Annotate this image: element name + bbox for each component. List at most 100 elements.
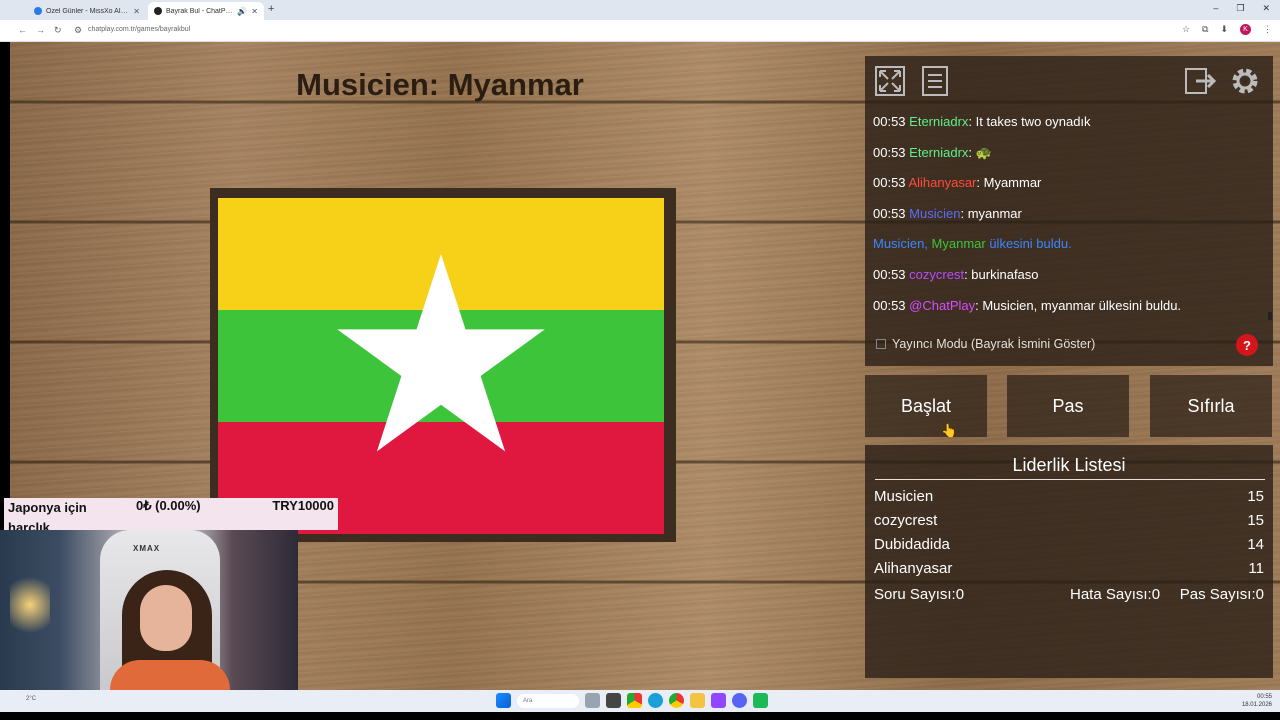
donation-goal-target: TRY10000 <box>272 498 334 513</box>
chat-user: cozycrest <box>909 266 965 282</box>
help-button[interactable]: ? <box>1236 334 1258 356</box>
player-score: 15 <box>1247 488 1264 505</box>
profile-avatar[interactable]: K <box>1240 24 1251 35</box>
edge-icon[interactable] <box>648 693 663 708</box>
file-app-icon[interactable] <box>606 693 621 708</box>
clock-time: 00:55 <box>1256 694 1272 700</box>
extensions-icon[interactable]: ⧉ <box>1202 24 1208 35</box>
site-info-icon[interactable]: ⚙ <box>74 25 82 36</box>
chat-text: : Myammar <box>976 175 1042 191</box>
chat-text: : 🐢 <box>968 144 992 160</box>
error-count: Hata Sayısı:0 <box>1070 586 1161 603</box>
chat-text: ülkesini buldu. <box>985 236 1072 252</box>
chrome-icon[interactable] <box>627 693 642 708</box>
myanmar-flag-image <box>218 198 664 534</box>
chat-time: 00:53 <box>873 114 906 129</box>
window-controls: – ❐ ✕ <box>1213 3 1270 14</box>
chat-user: @ChatPlay <box>909 297 976 313</box>
screen-bottom-edge <box>0 712 1280 720</box>
chrome-profile-icon[interactable] <box>669 693 684 708</box>
pass-button[interactable]: Pas <box>1007 375 1129 437</box>
address-bar: ← → ↻ ⚙ chatplay.com.tr/games/bayrakbul … <box>0 20 1280 42</box>
player-name: cozycrest <box>874 512 938 529</box>
player-name: Musicien <box>874 488 934 505</box>
player-score: 14 <box>1247 536 1264 553</box>
app-icon[interactable] <box>753 693 768 708</box>
leaderboard-row: Alihanyasar 11 <box>874 560 1264 584</box>
taskbar-search-input[interactable]: Ara <box>517 693 579 708</box>
browser-menu-icon[interactable]: ⋮ <box>1263 24 1272 35</box>
browser-tab-ozel-gunler[interactable]: Özel Günler - MissXo AI Bot Sy ✕ <box>28 2 146 20</box>
chat-time: 00:53 <box>873 144 906 160</box>
chat-user: Alihanyasar <box>908 175 977 191</box>
chat-messages: 00:53 Eterniadrx: It takes two oynadık 0… <box>873 107 1273 321</box>
chat-user: Musicien, <box>873 236 932 252</box>
url-field[interactable]: chatplay.com.tr/games/bayrakbul <box>88 26 190 33</box>
reload-icon[interactable]: ↻ <box>54 25 62 36</box>
twitch-icon[interactable] <box>711 693 726 708</box>
chat-country: Myanmar <box>931 236 986 252</box>
chat-text: : burkinafaso <box>964 266 1039 282</box>
chat-message: 00:53 cozycrest: burkinafaso <box>873 260 1273 291</box>
leaderboard-row: Dubidadida 14 <box>874 536 1264 560</box>
folder-icon[interactable] <box>690 693 705 708</box>
flag-frame <box>210 188 676 542</box>
windows-taskbar: 2°C Ara 00:55 18.01.2026 <box>0 690 1280 712</box>
gear-icon[interactable] <box>1227 63 1263 99</box>
minimize-icon[interactable]: – <box>1213 3 1218 14</box>
chat-text: : myanmar <box>960 205 1022 221</box>
chat-user: Eterniadrx <box>909 144 969 160</box>
mouse-cursor-icon: 👆 <box>941 423 958 438</box>
chat-scrollbar[interactable] <box>1268 312 1272 320</box>
browser-tab-bar: Özel Günler - MissXo AI Bot Sy ✕ Bayrak … <box>0 0 1280 20</box>
windows-start-icon[interactable] <box>496 693 511 708</box>
leaderboard-panel: Liderlik Listesi Musicien 15 cozycrest 1… <box>865 445 1273 678</box>
speaker-icon[interactable]: 🔊 <box>237 7 247 16</box>
clock-date: 18.01.2026 <box>1241 702 1272 708</box>
donation-amount: 0₺ (0.00%) <box>136 498 201 513</box>
chat-text: : Musicien, myanmar ülkesini buldu. <box>975 297 1182 313</box>
new-tab-plus-icon[interactable]: + <box>268 3 274 15</box>
player-name: Dubidadida <box>874 536 950 553</box>
chair-brand-logo: XMAX <box>133 544 161 553</box>
chat-time: 00:53 <box>873 297 906 313</box>
tab-favicon-icon <box>34 7 42 15</box>
streamer-mode-checkbox[interactable] <box>876 339 886 349</box>
maximize-icon[interactable]: ❐ <box>1236 3 1244 14</box>
chat-time: 00:53 <box>873 266 906 282</box>
start-button[interactable]: Başlat <box>865 375 987 437</box>
back-arrow-icon[interactable]: ← <box>18 25 27 35</box>
downloads-icon[interactable]: ⬇ <box>1220 24 1228 35</box>
taskbar-apps: Ara <box>496 693 768 708</box>
close-tab-icon[interactable]: ✕ <box>251 7 258 16</box>
divider <box>875 479 1265 480</box>
player-score: 11 <box>1248 560 1264 577</box>
task-view-icon[interactable] <box>585 693 600 708</box>
bookmark-star-icon[interactable]: ☆ <box>1182 24 1190 35</box>
chat-user: Musicien <box>909 205 961 221</box>
leaderboard-row: Musicien 15 <box>874 488 1264 512</box>
chat-time: 00:53 <box>873 205 906 221</box>
lamp-glow <box>10 570 50 640</box>
close-tab-icon[interactable]: ✕ <box>133 7 140 16</box>
chat-message: 00:53 Eterniadrx: 🐢 <box>873 138 1273 169</box>
forward-arrow-icon[interactable]: → <box>36 25 45 35</box>
list-document-icon[interactable] <box>917 63 953 99</box>
donation-goal-widget: Japonya için harçlık 0₺ (0.00%) TRY10000 <box>4 498 338 535</box>
chat-message: 00:53 Musicien: myanmar <box>873 199 1273 230</box>
reset-button[interactable]: Sıfırla <box>1150 375 1272 437</box>
fullscreen-icon[interactable] <box>872 63 908 99</box>
exit-icon[interactable] <box>1183 63 1219 99</box>
player-name: Alihanyasar <box>874 560 953 577</box>
chat-user: Eterniadrx <box>909 114 969 129</box>
tab-favicon-icon <box>154 7 162 15</box>
system-tray[interactable]: 00:55 18.01.2026 <box>1242 693 1272 709</box>
streamer-mode-toggle[interactable]: Yayıncı Modu (Bayrak İsmini Göster) <box>876 337 1095 351</box>
close-window-icon[interactable]: ✕ <box>1262 3 1270 14</box>
browser-tab-bayrak-bul[interactable]: Bayrak Bul - ChatPlay 🔊 ✕ <box>148 2 264 20</box>
question-count: Soru Sayısı:0 <box>874 586 965 603</box>
streamer-face <box>140 585 192 651</box>
weather-widget[interactable]: 2°C <box>26 696 36 702</box>
chat-message: 00:53 Alihanyasar: Myammar <box>873 168 1273 199</box>
discord-icon[interactable] <box>732 693 747 708</box>
